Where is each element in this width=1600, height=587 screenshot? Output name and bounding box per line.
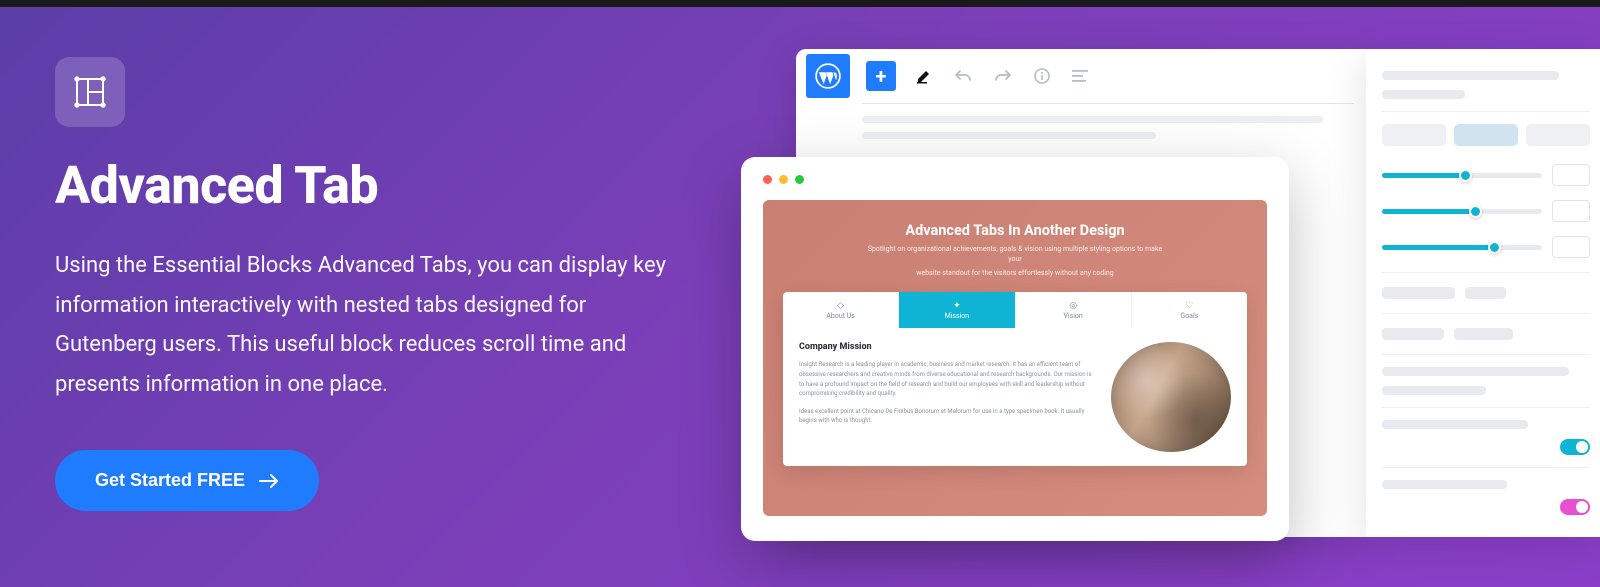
undo-icon[interactable]	[954, 68, 972, 84]
block-icon	[55, 57, 125, 127]
slider-control-2[interactable]	[1382, 200, 1590, 222]
get-started-button[interactable]: Get Started FREE	[55, 450, 319, 511]
preview-browser: Advanced Tabs In Another Design Spotligh…	[741, 157, 1289, 541]
hero-description: Using the Essential Blocks Advanced Tabs…	[55, 246, 690, 404]
info-icon[interactable]	[1034, 68, 1050, 84]
settings-sidebar	[1366, 49, 1600, 537]
tab-body-image	[1111, 342, 1231, 452]
window-dots	[763, 175, 1267, 184]
tab-about[interactable]: ◇About Us	[783, 292, 899, 328]
outline-icon[interactable]	[1072, 70, 1088, 82]
sidebar-tabs[interactable]	[1382, 124, 1590, 146]
arrow-right-icon	[259, 474, 279, 488]
cta-label: Get Started FREE	[95, 470, 245, 491]
slider-control-1[interactable]	[1382, 164, 1590, 186]
toggle-2[interactable]	[1560, 499, 1590, 515]
tab-body-heading: Company Mission	[799, 342, 1097, 352]
canvas-subtitle-1: Spotlight on organizational achievements…	[865, 245, 1165, 265]
wordpress-logo-icon[interactable]	[806, 54, 850, 98]
toggle-1[interactable]	[1560, 439, 1590, 455]
canvas-title: Advanced Tabs In Another Design	[783, 222, 1247, 239]
slider-control-3[interactable]	[1382, 236, 1590, 258]
tab-goals[interactable]: ♡Goals	[1132, 292, 1247, 328]
editor-window: + Advanced Tabs In	[796, 49, 1366, 537]
add-block-button[interactable]: +	[866, 61, 896, 91]
tab-body-p1: Insight Research is a leading player in …	[799, 360, 1097, 398]
hero-title: Advanced Tab	[55, 155, 690, 216]
redo-icon[interactable]	[994, 68, 1012, 84]
tab-body-p2: Ideas excellent point at Chicano De Fini…	[799, 407, 1097, 426]
tab-vision[interactable]: ◎Vision	[1016, 292, 1132, 328]
edit-icon[interactable]	[916, 68, 932, 84]
canvas-subtitle-2: website standout for the visitors effort…	[865, 269, 1165, 279]
tab-mission[interactable]: ✦Mission	[899, 292, 1015, 328]
